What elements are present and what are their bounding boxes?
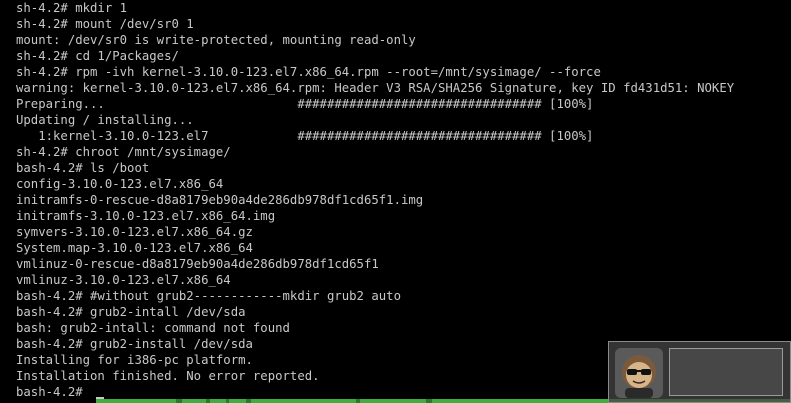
watermark-panel	[669, 348, 783, 396]
terminal-window[interactable]: sh-4.2# mkdir 1 sh-4.2# mount /dev/sr0 1…	[0, 0, 791, 403]
terminal-line: symvers-3.10.0-123.el7.x86_64.gz	[16, 225, 253, 239]
terminal-line: config-3.10.0-123.el7.x86_64	[16, 177, 224, 191]
terminal-line: bash-4.2# #without grub2------------mkdi…	[16, 289, 401, 303]
terminal-line: sh-4.2# cd 1/Packages/	[16, 49, 179, 63]
status-strip-segment	[356, 399, 360, 403]
terminal-line: warning: kernel-3.10.0-123.el7.x86_64.rp…	[16, 81, 735, 95]
terminal-line: sh-4.2# rpm -ivh kernel-3.10.0-123.el7.x…	[16, 65, 601, 79]
terminal-line: 1:kernel-3.10.0-123.el7 ################…	[16, 129, 594, 143]
terminal-line: bash: grub2-intall: command not found	[16, 321, 290, 335]
terminal-line: sh-4.2# mount /dev/sr0 1	[16, 17, 194, 31]
terminal-line: sh-4.2# chroot /mnt/sysimage/	[16, 145, 231, 159]
terminal-line: mount: /dev/sr0 is write-protected, moun…	[16, 33, 416, 47]
terminal-line: Preparing... ###########################…	[16, 97, 594, 111]
terminal-line: bash-4.2# grub2-intall /dev/sda	[16, 305, 246, 319]
avatar-with-sunglasses-icon	[615, 348, 663, 398]
watermark-overlay	[608, 341, 791, 403]
terminal-line: Updating / installing...	[16, 113, 194, 127]
terminal-line: vmlinuz-3.10.0-123.el7.x86_64	[16, 273, 231, 287]
status-strip-segment	[226, 399, 229, 403]
status-strip-segment	[206, 399, 210, 403]
terminal-line: System.map-3.10.0-123.el7.x86_64	[16, 241, 253, 255]
terminal-line: initramfs-0-rescue-d8a8179eb90a4de286db9…	[16, 193, 424, 207]
terminal-line: sh-4.2# mkdir 1	[16, 1, 128, 15]
terminal-line: bash-4.2# ls /boot	[16, 161, 150, 175]
status-strip-segment	[246, 399, 251, 403]
status-strip-segment	[176, 399, 182, 403]
status-strip-segment	[426, 399, 432, 403]
terminal-line: vmlinuz-0-rescue-d8a8179eb90a4de286db978…	[16, 257, 379, 271]
terminal-output: sh-4.2# mkdir 1 sh-4.2# mount /dev/sr0 1…	[16, 0, 791, 400]
terminal-line: initramfs-3.10.0-123.el7.x86_64.img	[16, 209, 276, 223]
